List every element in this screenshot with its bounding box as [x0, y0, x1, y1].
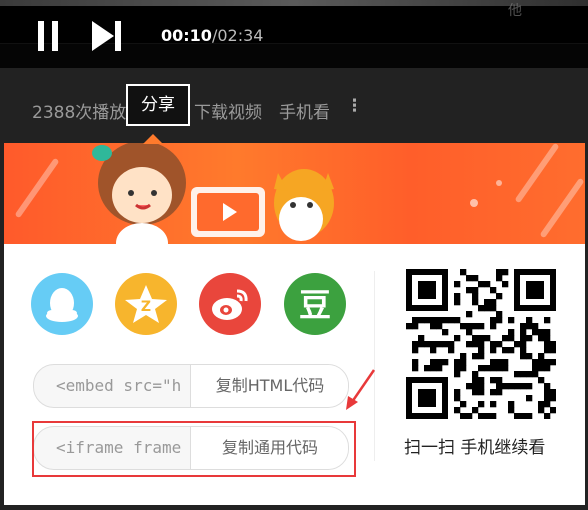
total-time: 02:34	[217, 26, 264, 45]
pause-button[interactable]	[36, 21, 60, 51]
html-embed-code[interactable]: <embed src="htt	[56, 365, 182, 407]
weibo-share-button[interactable]	[199, 273, 261, 335]
qzone-star-icon: Z	[125, 285, 167, 323]
qq-penguin-icon	[46, 288, 78, 322]
share-banner	[4, 143, 585, 244]
douban-icon: 豆	[299, 286, 331, 324]
playback-time: 00:10/02:34	[161, 26, 263, 45]
qr-code	[406, 269, 556, 419]
qq-share-button[interactable]	[31, 273, 93, 335]
weibo-icon	[212, 289, 248, 320]
watch-on-mobile-link[interactable]: 手机看	[279, 98, 330, 123]
video-frame	[0, 0, 588, 6]
video-player[interactable]: 他 00:10/02:34	[0, 0, 588, 68]
qr-scan-label: 扫一扫 手机继续看	[404, 438, 546, 458]
red-arrow-annotation	[346, 369, 376, 410]
qzone-share-button[interactable]: Z	[115, 273, 177, 335]
highlight-box	[32, 421, 356, 477]
share-tab[interactable]: 分享	[126, 84, 190, 126]
video-toolbar: 2388次播放 下载视频 手机看 ⋮	[0, 68, 588, 143]
pause-icon	[38, 21, 44, 51]
banner-illustration	[92, 143, 502, 244]
next-button[interactable]	[90, 21, 122, 51]
current-time: 00:10	[161, 26, 212, 45]
svg-text:Z: Z	[141, 299, 151, 315]
share-panel-caret	[143, 134, 163, 144]
html-embed-row: <embed src="htt 复制HTML代码	[33, 364, 349, 408]
skip-next-icon	[92, 21, 121, 51]
video-overlay-text: 他	[508, 3, 522, 19]
download-video-link[interactable]: 下载视频	[194, 98, 262, 123]
social-share-icons: Z 豆	[31, 273, 371, 337]
douban-glyph: 豆	[299, 286, 331, 324]
more-options-icon[interactable]: ⋮	[346, 96, 363, 116]
player-controls-bar	[0, 43, 588, 68]
copy-html-code-button[interactable]: 复制HTML代码	[190, 365, 348, 407]
douban-share-button[interactable]: 豆	[284, 273, 346, 335]
play-count: 2388次播放	[32, 103, 127, 123]
